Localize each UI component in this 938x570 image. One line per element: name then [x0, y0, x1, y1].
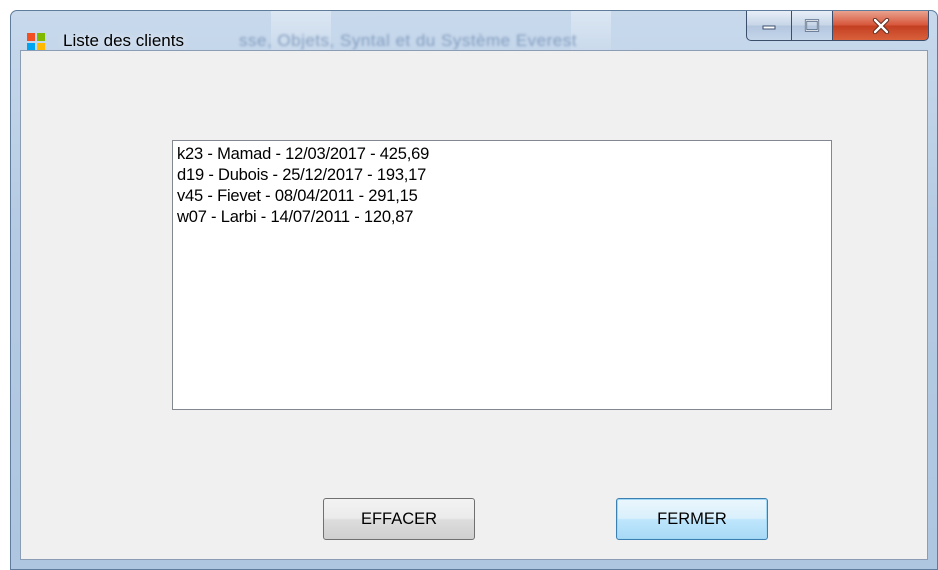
caption-buttons [746, 11, 934, 43]
minimize-icon [762, 25, 776, 29]
effacer-button[interactable]: EFFACER [323, 498, 475, 540]
windows-form-icon[interactable] [27, 33, 45, 51]
close-button[interactable] [832, 11, 929, 41]
clients-listbox[interactable]: k23 - Mamad - 12/03/2017 - 425,69 d19 - … [172, 140, 832, 410]
background-window-title: sse, Objets, Syntal et du Système Everes… [239, 31, 577, 50]
client-area: k23 - Mamad - 12/03/2017 - 425,69 d19 - … [20, 50, 928, 560]
fermer-button[interactable]: FERMER [616, 498, 768, 540]
list-item[interactable]: w07 - Larbi - 14/07/2011 - 120,87 [177, 207, 827, 228]
maximize-icon [804, 18, 820, 32]
maximize-button[interactable] [791, 11, 833, 41]
close-icon [872, 17, 889, 34]
window-title: Liste des clients [63, 31, 184, 50]
list-item[interactable]: d19 - Dubois - 25/12/2017 - 193,17 [177, 165, 827, 186]
minimize-button[interactable] [746, 11, 792, 41]
list-item[interactable]: v45 - Fievet - 08/04/2011 - 291,15 [177, 186, 827, 207]
list-item[interactable]: k23 - Mamad - 12/03/2017 - 425,69 [177, 144, 827, 165]
